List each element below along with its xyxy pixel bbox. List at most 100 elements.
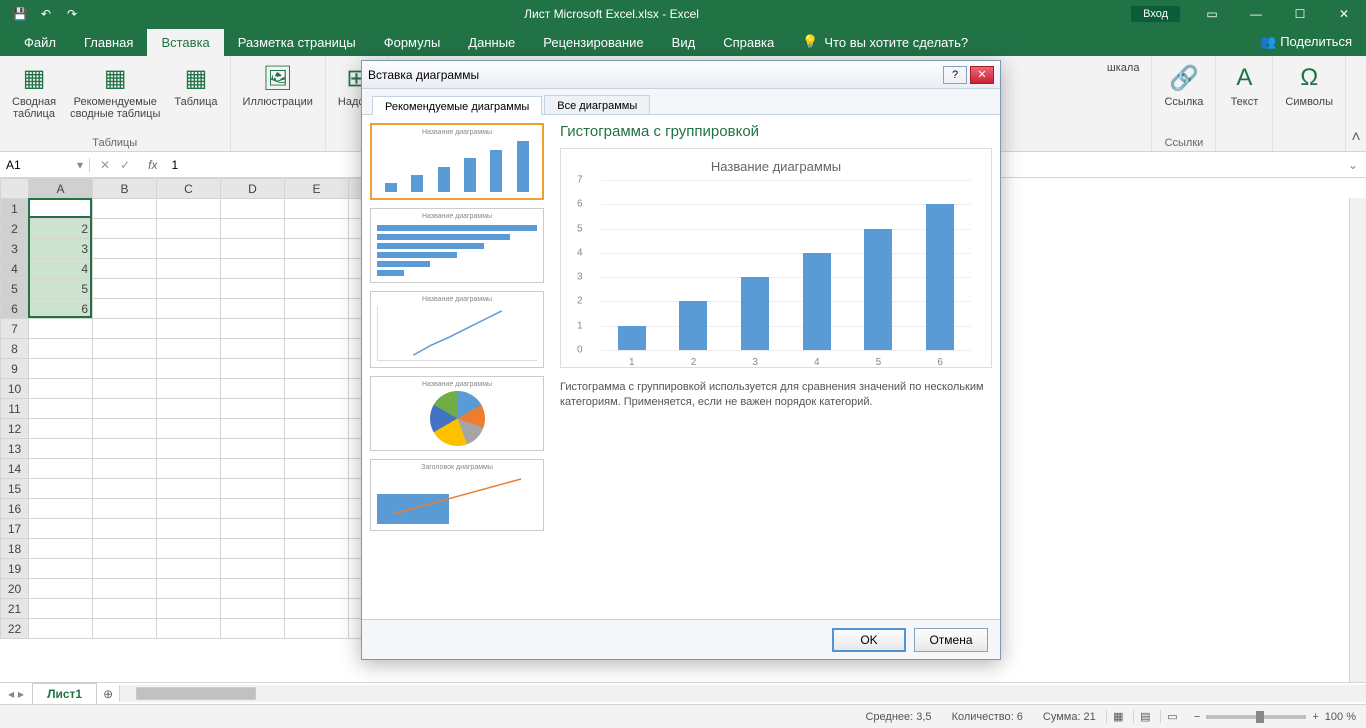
cell[interactable] bbox=[285, 619, 349, 639]
cell[interactable] bbox=[157, 379, 221, 399]
sheet-tab[interactable]: Лист1 bbox=[32, 683, 97, 704]
col-header[interactable]: B bbox=[93, 179, 157, 199]
cell[interactable] bbox=[29, 399, 93, 419]
zoom-in-icon[interactable]: + bbox=[1312, 711, 1318, 723]
illustrations-button[interactable]: 🖼Иллюстрации bbox=[239, 60, 317, 110]
cell[interactable] bbox=[157, 279, 221, 299]
cell[interactable]: 5 bbox=[29, 279, 93, 299]
row-header[interactable]: 21 bbox=[1, 599, 29, 619]
col-header[interactable]: A bbox=[29, 179, 93, 199]
cell[interactable] bbox=[29, 379, 93, 399]
cell[interactable] bbox=[157, 579, 221, 599]
cell[interactable] bbox=[221, 599, 285, 619]
cell[interactable] bbox=[285, 239, 349, 259]
row-header[interactable]: 17 bbox=[1, 519, 29, 539]
redo-icon[interactable]: ↷ bbox=[62, 7, 82, 21]
cell[interactable] bbox=[285, 199, 349, 219]
select-all-corner[interactable] bbox=[1, 179, 29, 199]
link-button[interactable]: 🔗Ссылка bbox=[1160, 60, 1207, 110]
thumb-combo[interactable]: Заголовок диаграммы bbox=[370, 459, 544, 531]
cell[interactable] bbox=[29, 619, 93, 639]
thumb-pie[interactable]: Название диаграммы bbox=[370, 376, 544, 451]
tab-insert[interactable]: Вставка bbox=[147, 29, 223, 56]
cell[interactable] bbox=[285, 299, 349, 319]
table-button[interactable]: ▦Таблица bbox=[170, 60, 221, 110]
cell[interactable] bbox=[93, 559, 157, 579]
cell[interactable] bbox=[285, 379, 349, 399]
tab-data[interactable]: Данные bbox=[454, 29, 529, 56]
cell[interactable] bbox=[157, 339, 221, 359]
cell[interactable] bbox=[157, 479, 221, 499]
sheet-nav-first-icon[interactable]: ◂ bbox=[8, 687, 14, 701]
cell[interactable] bbox=[285, 559, 349, 579]
row-header[interactable]: 13 bbox=[1, 439, 29, 459]
cell[interactable] bbox=[29, 479, 93, 499]
cell[interactable] bbox=[221, 499, 285, 519]
cell[interactable] bbox=[221, 199, 285, 219]
cell[interactable] bbox=[93, 459, 157, 479]
row-header[interactable]: 8 bbox=[1, 339, 29, 359]
cell[interactable] bbox=[221, 519, 285, 539]
symbols-button[interactable]: ΩСимволы bbox=[1281, 60, 1337, 110]
cell[interactable] bbox=[221, 359, 285, 379]
cell[interactable] bbox=[221, 399, 285, 419]
cell[interactable] bbox=[221, 319, 285, 339]
view-pagebreak-icon[interactable]: ▭ bbox=[1160, 710, 1184, 723]
cell[interactable] bbox=[221, 619, 285, 639]
cell[interactable] bbox=[93, 439, 157, 459]
chevron-down-icon[interactable]: ▾ bbox=[77, 158, 83, 172]
cell[interactable] bbox=[221, 259, 285, 279]
cell[interactable] bbox=[93, 379, 157, 399]
cell[interactable] bbox=[29, 539, 93, 559]
cell[interactable] bbox=[157, 619, 221, 639]
cell[interactable] bbox=[221, 379, 285, 399]
cell[interactable] bbox=[29, 559, 93, 579]
cell[interactable] bbox=[93, 619, 157, 639]
accept-formula-icon[interactable]: ✓ bbox=[120, 158, 130, 172]
row-header[interactable]: 19 bbox=[1, 559, 29, 579]
cell[interactable] bbox=[285, 539, 349, 559]
cell[interactable] bbox=[285, 519, 349, 539]
cell[interactable] bbox=[29, 419, 93, 439]
cell[interactable] bbox=[29, 459, 93, 479]
cell[interactable] bbox=[221, 219, 285, 239]
cell[interactable] bbox=[285, 279, 349, 299]
cell[interactable] bbox=[285, 419, 349, 439]
cell[interactable] bbox=[157, 539, 221, 559]
name-box[interactable]: A1▾ bbox=[0, 158, 90, 172]
cell[interactable] bbox=[157, 439, 221, 459]
row-header[interactable]: 9 bbox=[1, 359, 29, 379]
cell[interactable] bbox=[285, 399, 349, 419]
cell[interactable] bbox=[157, 399, 221, 419]
collapse-ribbon-icon[interactable]: ˄ bbox=[1346, 56, 1366, 151]
cell[interactable] bbox=[221, 339, 285, 359]
cell[interactable] bbox=[157, 599, 221, 619]
cell[interactable] bbox=[93, 219, 157, 239]
cell[interactable] bbox=[93, 259, 157, 279]
sheet-nav-last-icon[interactable]: ▸ bbox=[18, 687, 24, 701]
cell[interactable] bbox=[93, 319, 157, 339]
tab-layout[interactable]: Разметка страницы bbox=[224, 29, 370, 56]
tab-formulas[interactable]: Формулы bbox=[370, 29, 455, 56]
cell[interactable] bbox=[29, 319, 93, 339]
cell[interactable] bbox=[157, 559, 221, 579]
save-icon[interactable]: 💾 bbox=[10, 7, 30, 21]
view-pagelayout-icon[interactable]: ▤ bbox=[1133, 710, 1157, 723]
tab-review[interactable]: Рецензирование bbox=[529, 29, 657, 56]
pivot-table-button[interactable]: ▦Сводная таблица bbox=[8, 60, 60, 122]
cell[interactable]: 1 bbox=[29, 199, 93, 219]
cell[interactable] bbox=[285, 339, 349, 359]
chart-preview[interactable]: Название диаграммы 01234567123456 bbox=[560, 148, 992, 368]
cell[interactable] bbox=[285, 579, 349, 599]
row-header[interactable]: 3 bbox=[1, 239, 29, 259]
cell[interactable] bbox=[93, 419, 157, 439]
cell[interactable] bbox=[221, 539, 285, 559]
tab-recommended-charts[interactable]: Рекомендуемые диаграммы bbox=[372, 96, 542, 115]
col-header[interactable]: D bbox=[221, 179, 285, 199]
tab-home[interactable]: Главная bbox=[70, 29, 147, 56]
col-header[interactable]: C bbox=[157, 179, 221, 199]
tell-me[interactable]: 💡 Что вы хотите сделать? bbox=[788, 28, 982, 56]
text-button[interactable]: AТекст bbox=[1224, 60, 1264, 110]
cell[interactable] bbox=[93, 239, 157, 259]
recommended-pivot-button[interactable]: ▦Рекомендуемые сводные таблицы bbox=[66, 60, 164, 122]
